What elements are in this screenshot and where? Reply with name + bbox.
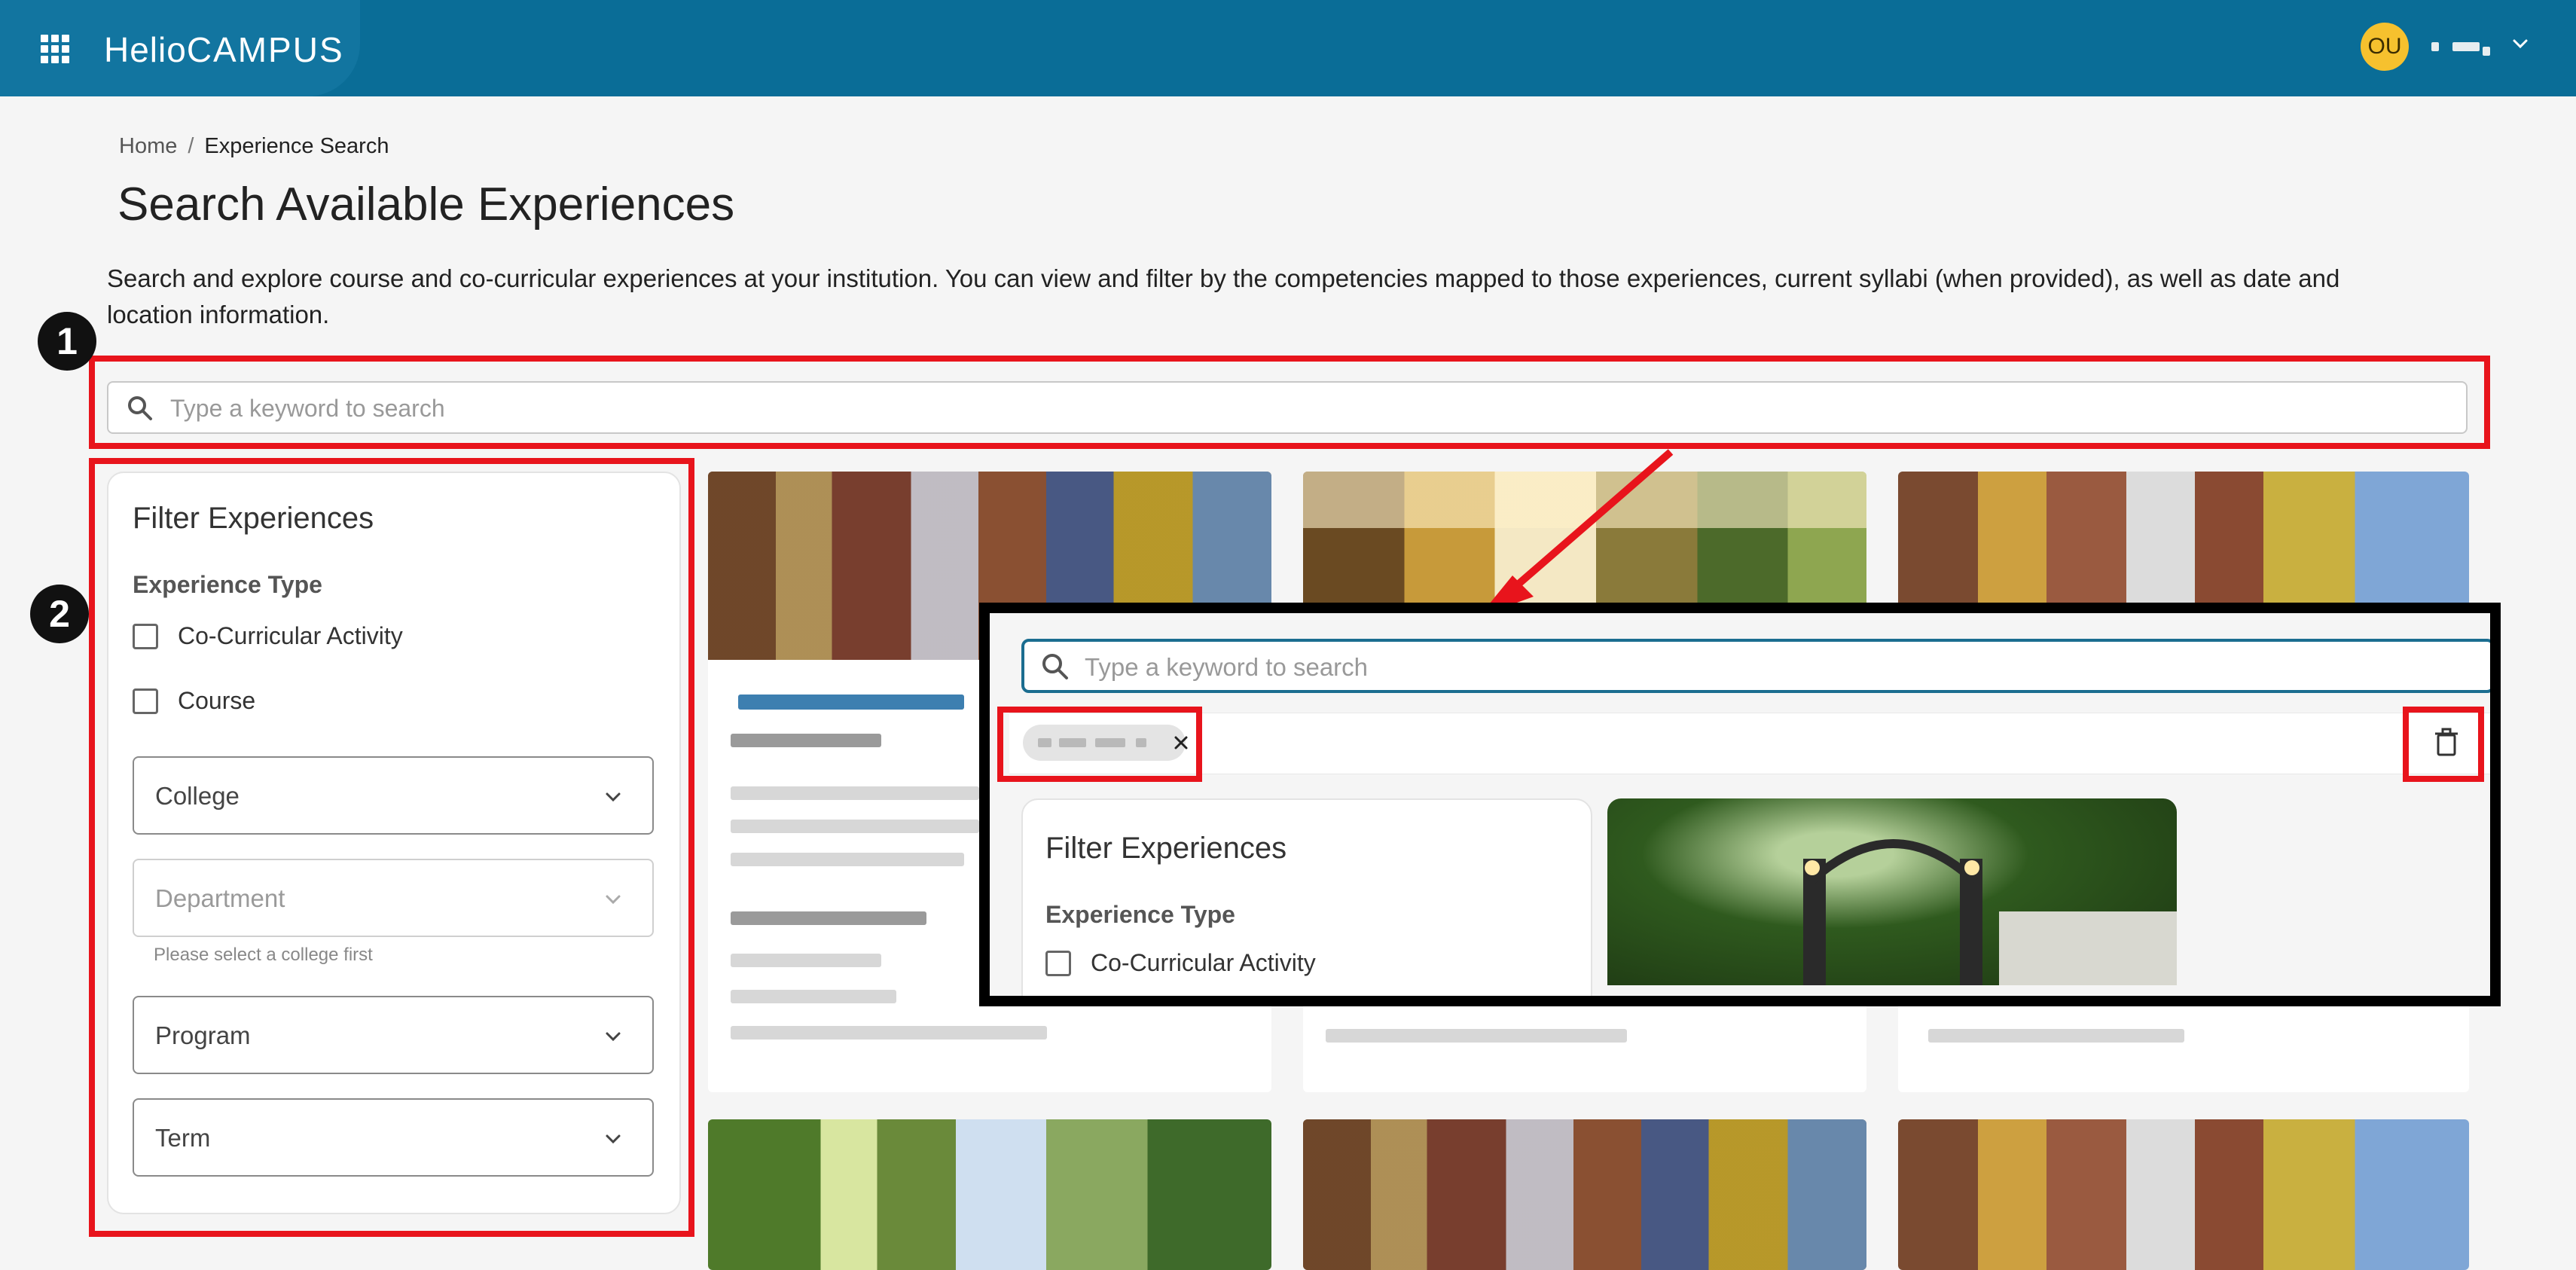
active-filters-bar bbox=[1009, 713, 2490, 774]
inset-card-image bbox=[1607, 798, 2177, 985]
inset-search-input[interactable]: Type a keyword to search bbox=[1021, 639, 2490, 693]
inset-checkbox-cocurricular-label[interactable]: Co-Curricular Activity bbox=[1091, 949, 1316, 977]
highlight-filter-chip bbox=[997, 707, 1202, 782]
highlight-clear-all bbox=[2403, 707, 2484, 782]
inset-filter-title: Filter Experiences bbox=[1045, 832, 1287, 865]
search-icon bbox=[1039, 651, 1071, 682]
inset-checkbox-cocurricular[interactable] bbox=[1045, 951, 1071, 976]
zoom-inset: Type a keyword to search Filter Experien… bbox=[979, 603, 2501, 1006]
inset-search-placeholder: Type a keyword to search bbox=[1085, 653, 1369, 681]
inset-experience-type-heading: Experience Type bbox=[1045, 901, 1235, 928]
